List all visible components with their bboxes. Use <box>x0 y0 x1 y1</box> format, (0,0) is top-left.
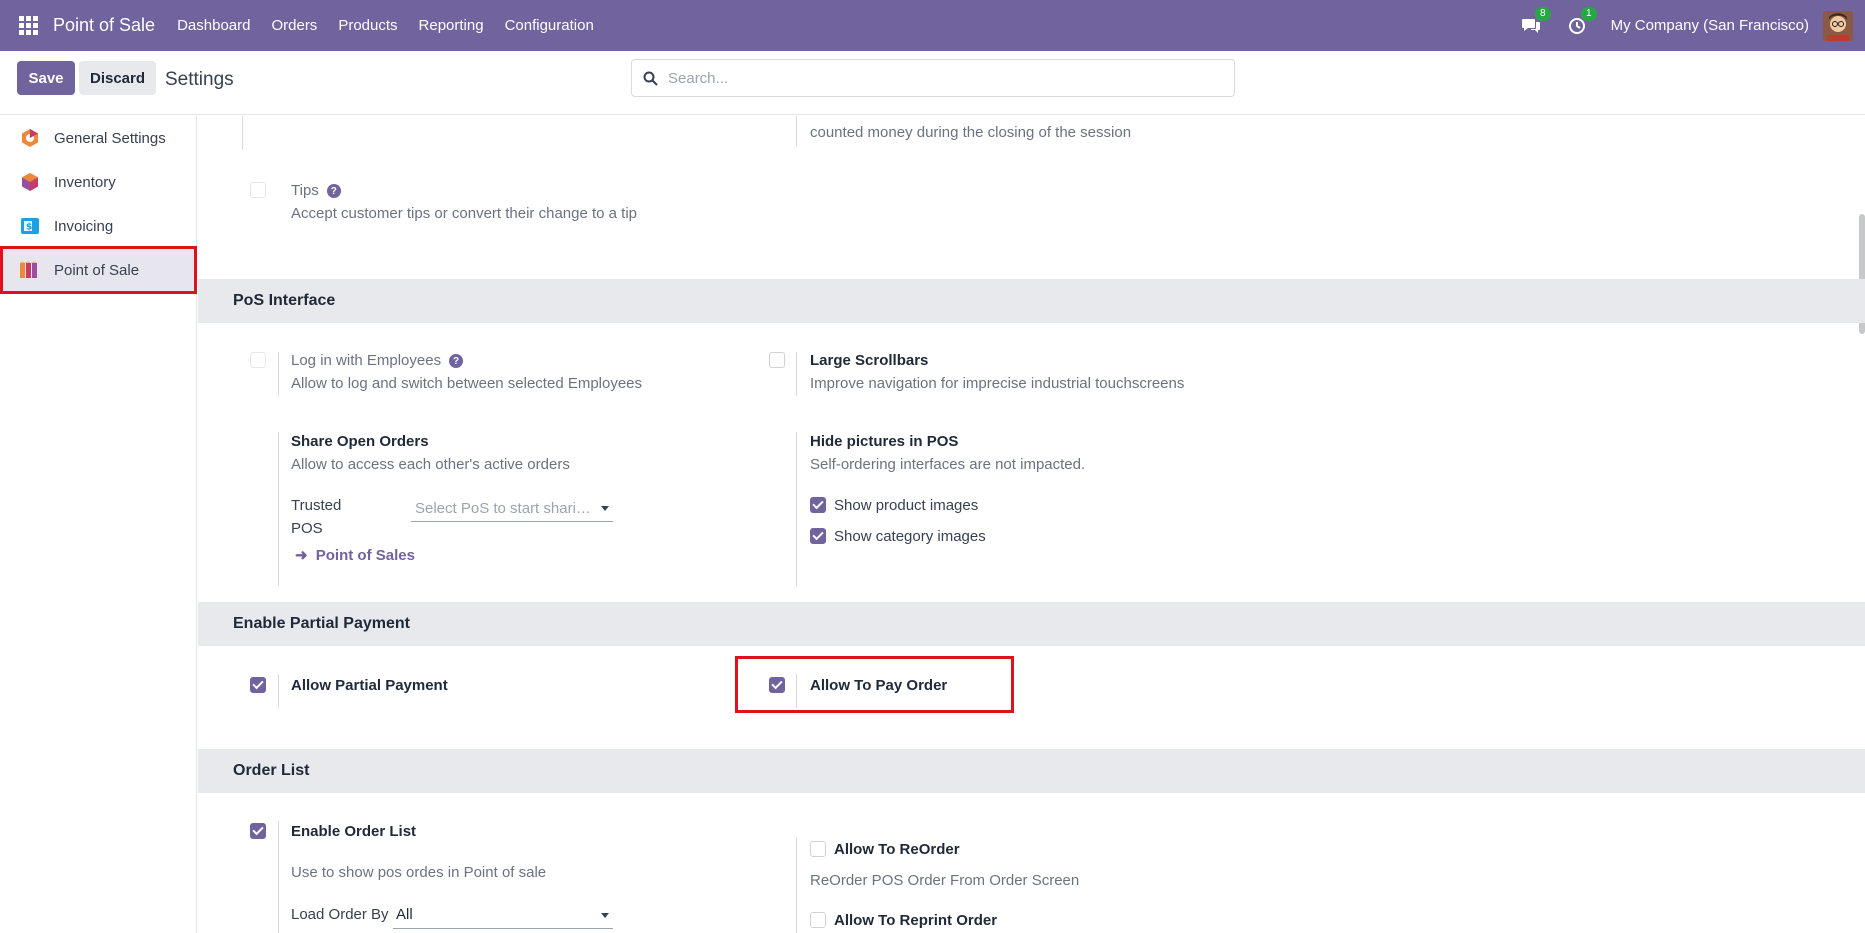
help-icon[interactable]: ? <box>449 354 464 369</box>
load-order-by-select[interactable]: All <box>393 905 613 929</box>
setting-divider <box>278 674 279 708</box>
help-icon[interactable]: ? <box>326 184 341 199</box>
setting-divider <box>796 352 797 396</box>
large-scrollbars-checkbox[interactable] <box>769 352 785 368</box>
messages-count-badge: 8 <box>1535 6 1551 21</box>
apps-menu-icon[interactable] <box>19 15 39 36</box>
show-category-images-label: Show category images <box>834 528 986 545</box>
login-employees-desc: Allow to log and switch between selected… <box>291 375 643 392</box>
section-partial-payment: Enable Partial Payment <box>198 602 1865 646</box>
setting-divider <box>278 352 279 396</box>
enable-order-list-desc: Use to show pos ordes in Point of sale <box>291 864 547 881</box>
allow-reorder-desc: ReOrder POS Order From Order Screen <box>810 872 1080 889</box>
company-switcher[interactable]: My Company (San Francisco) <box>1611 17 1809 34</box>
allow-to-pay-order-highlight-box <box>735 656 1014 713</box>
arrow-right-icon: ➜ <box>295 547 308 564</box>
hide-pictures-label: Hide pictures in POS <box>810 433 959 450</box>
menu-orders[interactable]: Orders <box>271 17 317 34</box>
tips-label: Tips <box>291 182 319 199</box>
point-of-sale-highlight-box <box>0 246 197 294</box>
app-name[interactable]: Point of Sale <box>53 15 155 36</box>
search-bar[interactable] <box>631 59 1235 97</box>
enable-order-list-label: Enable Order List <box>291 823 417 840</box>
setting-divider <box>278 821 279 933</box>
svg-text:$: $ <box>26 223 32 233</box>
sidebar-item-label: General Settings <box>54 129 166 147</box>
sidebar-item-inventory[interactable]: Inventory <box>0 160 197 204</box>
setting-divider <box>796 432 797 586</box>
share-open-orders-label: Share Open Orders <box>291 433 429 450</box>
show-product-images-checkbox[interactable] <box>810 497 826 513</box>
enable-order-list-checkbox[interactable] <box>250 823 266 839</box>
invoicing-icon: $ <box>19 215 41 237</box>
trusted-pos-label: Trusted <box>291 497 342 514</box>
control-panel: Save Discard Settings <box>0 51 1865 115</box>
sidebar-item-general-settings[interactable]: General Settings <box>0 116 197 160</box>
top-navbar: Point of Sale Dashboard Orders Products … <box>0 0 1865 51</box>
sidebar-item-label: Inventory <box>54 173 116 191</box>
large-scrollbars-desc: Improve navigation for imprecise industr… <box>810 375 1185 392</box>
login-employees-label: Log in with Employees <box>291 352 442 369</box>
menu-dashboard[interactable]: Dashboard <box>177 17 250 34</box>
login-employees-checkbox[interactable] <box>250 352 266 368</box>
general-settings-icon <box>19 127 41 149</box>
activities-count-badge: 1 <box>1581 6 1597 21</box>
allow-partial-payment-label: Allow Partial Payment <box>291 677 448 694</box>
setting-divider <box>278 432 279 586</box>
navbar-systray: 8 1 My Company (San Francisco) <box>1519 0 1865 51</box>
allow-reprint-checkbox[interactable] <box>810 912 826 928</box>
allow-reorder-label: Allow To ReOrder <box>834 841 960 858</box>
allow-partial-payment-checkbox[interactable] <box>250 677 266 693</box>
show-category-images-checkbox[interactable] <box>810 528 826 544</box>
cash-control-desc: counted money during the closing of the … <box>810 124 1132 141</box>
allow-reprint-label: Allow To Reprint Order <box>834 912 998 929</box>
search-input[interactable] <box>668 69 1208 87</box>
allow-reorder-checkbox[interactable] <box>810 841 826 857</box>
load-order-by-value: All <box>396 906 413 923</box>
discard-button[interactable]: Discard <box>79 61 156 95</box>
sidebar-item-invoicing[interactable]: $ Invoicing <box>0 204 197 248</box>
trusted-pos-placeholder: Select PoS to start shari… <box>415 500 591 517</box>
setting-divider <box>796 116 797 146</box>
trusted-pos-label-line2: POS <box>291 520 323 537</box>
tips-desc: Accept customer tips or convert their ch… <box>291 205 638 222</box>
menu-configuration[interactable]: Configuration <box>505 17 594 34</box>
large-scrollbars-label: Large Scrollbars <box>810 352 929 369</box>
login-employees-setting: Log in with Employees? <box>291 352 464 369</box>
settings-sidebar: General Settings Inventory $ Invoicing P… <box>0 116 197 933</box>
user-avatar[interactable] <box>1823 10 1853 41</box>
point-of-sales-link-label: Point of Sales <box>315 547 415 564</box>
page-title: Settings <box>165 69 234 90</box>
trusted-pos-select[interactable]: Select PoS to start shari… <box>411 498 613 522</box>
inventory-icon <box>19 171 41 193</box>
setting-divider <box>796 838 797 933</box>
settings-content: counted money during the closing of the … <box>198 116 1865 933</box>
setting-divider <box>242 116 243 150</box>
activities-clock-icon[interactable]: 1 <box>1565 6 1597 38</box>
menu-reporting[interactable]: Reporting <box>419 17 484 34</box>
chevron-down-icon <box>601 913 609 918</box>
chevron-down-icon <box>601 506 609 511</box>
tips-checkbox[interactable] <box>250 182 266 198</box>
sidebar-item-label: Invoicing <box>54 217 114 235</box>
menu-products[interactable]: Products <box>338 17 397 34</box>
search-icon <box>632 71 668 86</box>
tips-setting: Tips? <box>291 182 341 199</box>
point-of-sales-link[interactable]: ➜ Point of Sales <box>295 546 415 564</box>
show-product-images-label: Show product images <box>834 497 979 514</box>
hide-pictures-desc: Self-ordering interfaces are not impacte… <box>810 456 1086 473</box>
section-order-list: Order List <box>198 749 1865 793</box>
section-pos-interface: PoS Interface <box>198 279 1865 323</box>
save-button[interactable]: Save <box>17 61 75 95</box>
load-order-by-label: Load Order By <box>291 906 389 923</box>
messages-icon[interactable]: 8 <box>1519 6 1551 38</box>
share-open-orders-desc: Allow to access each other's active orde… <box>291 456 570 473</box>
